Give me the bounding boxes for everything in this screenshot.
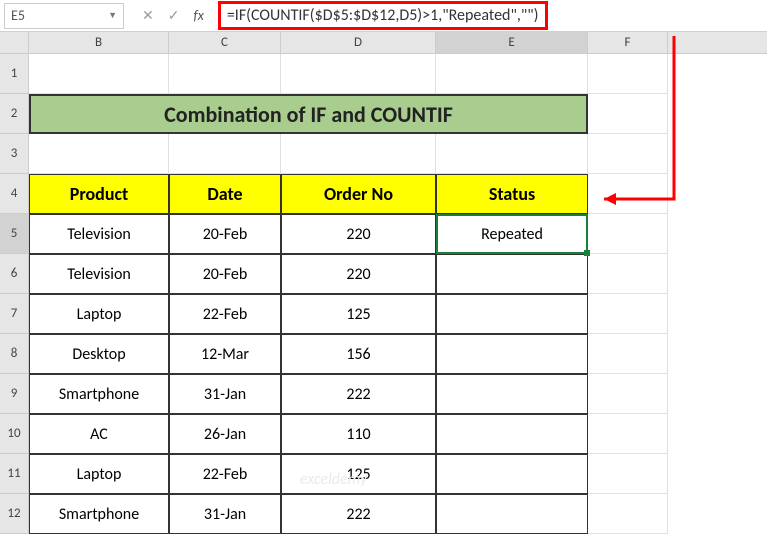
cell[interactable]: [588, 374, 668, 414]
col-header[interactable]: D: [281, 32, 436, 53]
cell-product[interactable]: Laptop: [29, 294, 169, 334]
table-header-product[interactable]: Product: [29, 174, 169, 214]
cell-product[interactable]: Smartphone: [29, 494, 169, 534]
cell-orderno[interactable]: 220: [281, 214, 436, 254]
name-box-text: E5: [11, 7, 25, 24]
cell[interactable]: [436, 54, 588, 94]
cell[interactable]: [169, 134, 281, 174]
cell-status[interactable]: [436, 374, 588, 414]
name-box[interactable]: E5 ▼: [4, 3, 124, 29]
row-header[interactable]: 8: [0, 334, 29, 374]
cell-product[interactable]: Desktop: [29, 334, 169, 374]
row-header[interactable]: 1: [0, 54, 29, 94]
row-header[interactable]: 12: [0, 494, 29, 534]
cell[interactable]: [588, 494, 668, 534]
cell-date[interactable]: 12-Mar: [169, 334, 281, 374]
cell-product[interactable]: Smartphone: [29, 374, 169, 414]
cell-date[interactable]: 20-Feb: [169, 254, 281, 294]
page-title[interactable]: Combination of IF and COUNTIF: [29, 94, 588, 134]
table-header-status[interactable]: Status: [436, 174, 588, 214]
grid: Combination of IF and COUNTIF Product Da…: [29, 54, 767, 534]
sheet: 1 2 3 4 5 6 7 8 9 10 11 12 Combination o…: [0, 54, 767, 534]
cell-date[interactable]: 26-Jan: [169, 414, 281, 454]
cell[interactable]: [588, 454, 668, 494]
row-header[interactable]: 3: [0, 134, 29, 174]
cell-date[interactable]: 31-Jan: [169, 494, 281, 534]
cell-status[interactable]: [436, 454, 588, 494]
cell[interactable]: [588, 254, 668, 294]
cell-orderno[interactable]: 110: [281, 414, 436, 454]
row-header[interactable]: 9: [0, 374, 29, 414]
cell-status[interactable]: [436, 494, 588, 534]
cell[interactable]: [588, 294, 668, 334]
cell-product[interactable]: Television: [29, 214, 169, 254]
row-headers: 1 2 3 4 5 6 7 8 9 10 11 12: [0, 54, 29, 534]
cell[interactable]: [588, 414, 668, 454]
formula-input[interactable]: =IF(COUNTIF($D$5:$D$12,D5)>1,"Repeated",…: [218, 1, 548, 30]
cell-orderno[interactable]: 125: [281, 294, 436, 334]
formula-input-wrap: =IF(COUNTIF($D$5:$D$12,D5)>1,"Repeated",…: [218, 1, 767, 30]
cell[interactable]: [29, 134, 169, 174]
cell-date[interactable]: 22-Feb: [169, 294, 281, 334]
col-header[interactable]: E: [436, 32, 588, 53]
cell[interactable]: [281, 54, 436, 94]
cell-status[interactable]: [436, 254, 588, 294]
cancel-icon[interactable]: ✕: [142, 7, 154, 24]
row-header[interactable]: 4: [0, 174, 29, 214]
check-icon[interactable]: ✓: [168, 7, 180, 24]
cell-status-selected[interactable]: Repeated: [436, 214, 588, 254]
fx-icon[interactable]: fx: [193, 7, 203, 24]
cell-product[interactable]: Television: [29, 254, 169, 294]
row-header[interactable]: 5: [0, 214, 29, 254]
cell-date[interactable]: 31-Jan: [169, 374, 281, 414]
table-header-date[interactable]: Date: [169, 174, 281, 214]
cell-date[interactable]: 22-Feb: [169, 454, 281, 494]
cell-date[interactable]: 20-Feb: [169, 214, 281, 254]
select-all-cell[interactable]: [0, 32, 29, 53]
cell[interactable]: [29, 54, 169, 94]
cell-orderno[interactable]: 222: [281, 494, 436, 534]
arrow-icon: [584, 24, 684, 224]
watermark: exceldemy: [300, 470, 367, 489]
row-header[interactable]: 7: [0, 294, 29, 334]
row-header[interactable]: 6: [0, 254, 29, 294]
table-header-orderno[interactable]: Order No: [281, 174, 436, 214]
cell-status[interactable]: [436, 334, 588, 374]
col-header[interactable]: B: [29, 32, 169, 53]
cell-product[interactable]: Laptop: [29, 454, 169, 494]
row-header[interactable]: 11: [0, 454, 29, 494]
chevron-down-icon[interactable]: ▼: [108, 10, 117, 21]
cell[interactable]: [281, 134, 436, 174]
cell[interactable]: [436, 134, 588, 174]
cell-orderno[interactable]: 220: [281, 254, 436, 294]
cell-orderno[interactable]: 222: [281, 374, 436, 414]
cell[interactable]: [169, 54, 281, 94]
cell-product[interactable]: AC: [29, 414, 169, 454]
col-header[interactable]: C: [169, 32, 281, 53]
cell[interactable]: [588, 334, 668, 374]
cell-status[interactable]: [436, 294, 588, 334]
cell-orderno[interactable]: 156: [281, 334, 436, 374]
cell-status[interactable]: [436, 414, 588, 454]
formula-bar-buttons: ✕ ✓: [142, 7, 179, 24]
row-header[interactable]: 2: [0, 94, 29, 134]
row-header[interactable]: 10: [0, 414, 29, 454]
